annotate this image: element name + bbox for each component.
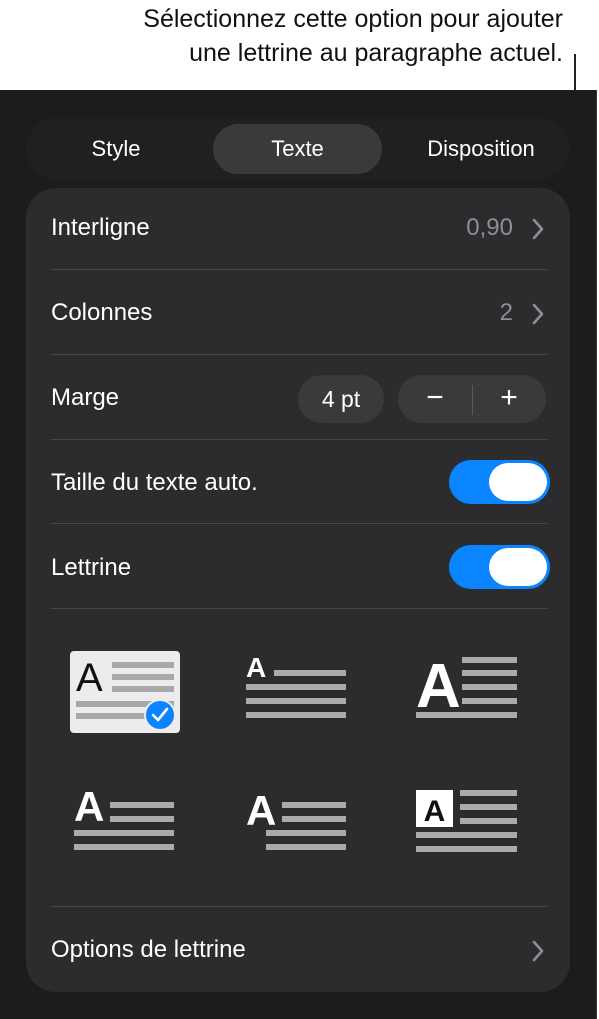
tab-bar: Style Texte Disposition xyxy=(26,118,570,180)
marge-label: Marge xyxy=(51,384,120,411)
separator xyxy=(51,608,547,609)
drop-cap-style-2[interactable]: A xyxy=(246,653,346,723)
callout-line-1: Sélectionnez cette option pour ajouter xyxy=(143,5,563,33)
chevron-right-icon[interactable] xyxy=(527,299,549,329)
tab-texte[interactable]: Texte xyxy=(213,124,382,174)
chevron-right-icon[interactable] xyxy=(527,936,549,966)
separator xyxy=(51,523,547,524)
separator xyxy=(51,269,547,270)
callout-line-2: une lettrine au paragraphe actuel. xyxy=(189,39,563,67)
lettrine-label: Lettrine xyxy=(51,554,132,581)
separator xyxy=(51,906,547,907)
marge-value-field[interactable]: 4 pt xyxy=(298,375,384,423)
toggle-knob xyxy=(489,463,547,501)
drop-cap-style-5[interactable]: A xyxy=(246,785,346,855)
drop-cap-letter: A xyxy=(246,787,276,834)
decrement-button[interactable]: − xyxy=(398,375,472,423)
drop-cap-letter: A xyxy=(246,653,266,683)
toggle-knob xyxy=(489,548,547,586)
taille-auto-label: Taille du texte auto. xyxy=(51,469,258,496)
drop-cap-style-6[interactable]: A xyxy=(416,785,517,855)
drop-cap-letter: A xyxy=(424,795,446,828)
tab-disposition[interactable]: Disposition xyxy=(392,124,570,174)
options-lettrine-label[interactable]: Options de lettrine xyxy=(51,936,246,964)
drop-cap-style-1[interactable]: A xyxy=(70,651,180,733)
tab-style[interactable]: Style xyxy=(26,124,206,174)
interligne-value[interactable]: 0,90 xyxy=(466,214,513,242)
drop-cap-letter: A xyxy=(416,653,461,721)
increment-button[interactable]: + xyxy=(472,375,546,423)
separator xyxy=(51,439,547,440)
chevron-right-icon[interactable] xyxy=(527,214,549,244)
colonnes-value[interactable]: 2 xyxy=(500,299,513,327)
drop-cap-letter: A xyxy=(74,785,104,830)
interligne-label: Interligne xyxy=(51,214,150,241)
lettrine-toggle[interactable] xyxy=(449,545,550,589)
callout-text: Sélectionnez cette option pour ajouter u… xyxy=(143,2,563,70)
drop-cap-letter: A xyxy=(76,656,103,700)
taille-auto-toggle[interactable] xyxy=(449,460,550,504)
drop-cap-style-4[interactable]: A xyxy=(74,785,174,855)
separator xyxy=(51,354,547,355)
colonnes-label: Colonnes xyxy=(51,299,153,326)
drop-cap-style-3[interactable]: A xyxy=(416,653,517,723)
